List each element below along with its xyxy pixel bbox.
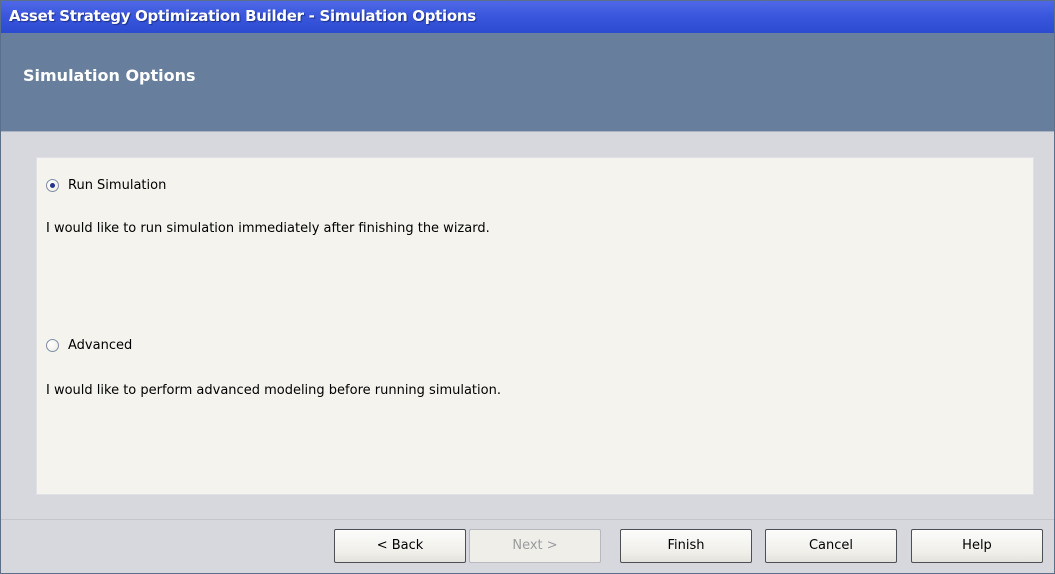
- next-button[interactable]: Next >: [469, 529, 601, 563]
- options-panel: Run Simulation I would like to run simul…: [36, 157, 1034, 495]
- window-title: Asset Strategy Optimization Builder - Si…: [9, 7, 476, 25]
- advanced-label: Advanced: [68, 338, 133, 353]
- title-bar[interactable]: Asset Strategy Optimization Builder - Si…: [1, 1, 1054, 33]
- advanced-option[interactable]: Advanced: [46, 338, 132, 353]
- wizard-header: Simulation Options: [1, 33, 1054, 132]
- help-button[interactable]: Help: [911, 529, 1043, 563]
- back-button[interactable]: < Back: [334, 529, 466, 563]
- wizard-window: Asset Strategy Optimization Builder - Si…: [0, 0, 1055, 574]
- advanced-description: I would like to perform advanced modelin…: [46, 383, 501, 398]
- run-simulation-label: Run Simulation: [68, 178, 167, 193]
- footer-divider: [1, 519, 1054, 520]
- run-simulation-radio[interactable]: [46, 179, 59, 192]
- page-title: Simulation Options: [23, 66, 196, 85]
- run-simulation-description: I would like to run simulation immediate…: [46, 221, 490, 236]
- cancel-button[interactable]: Cancel: [765, 529, 897, 563]
- finish-button[interactable]: Finish: [620, 529, 752, 563]
- run-simulation-option[interactable]: Run Simulation: [46, 178, 166, 193]
- advanced-radio[interactable]: [46, 339, 59, 352]
